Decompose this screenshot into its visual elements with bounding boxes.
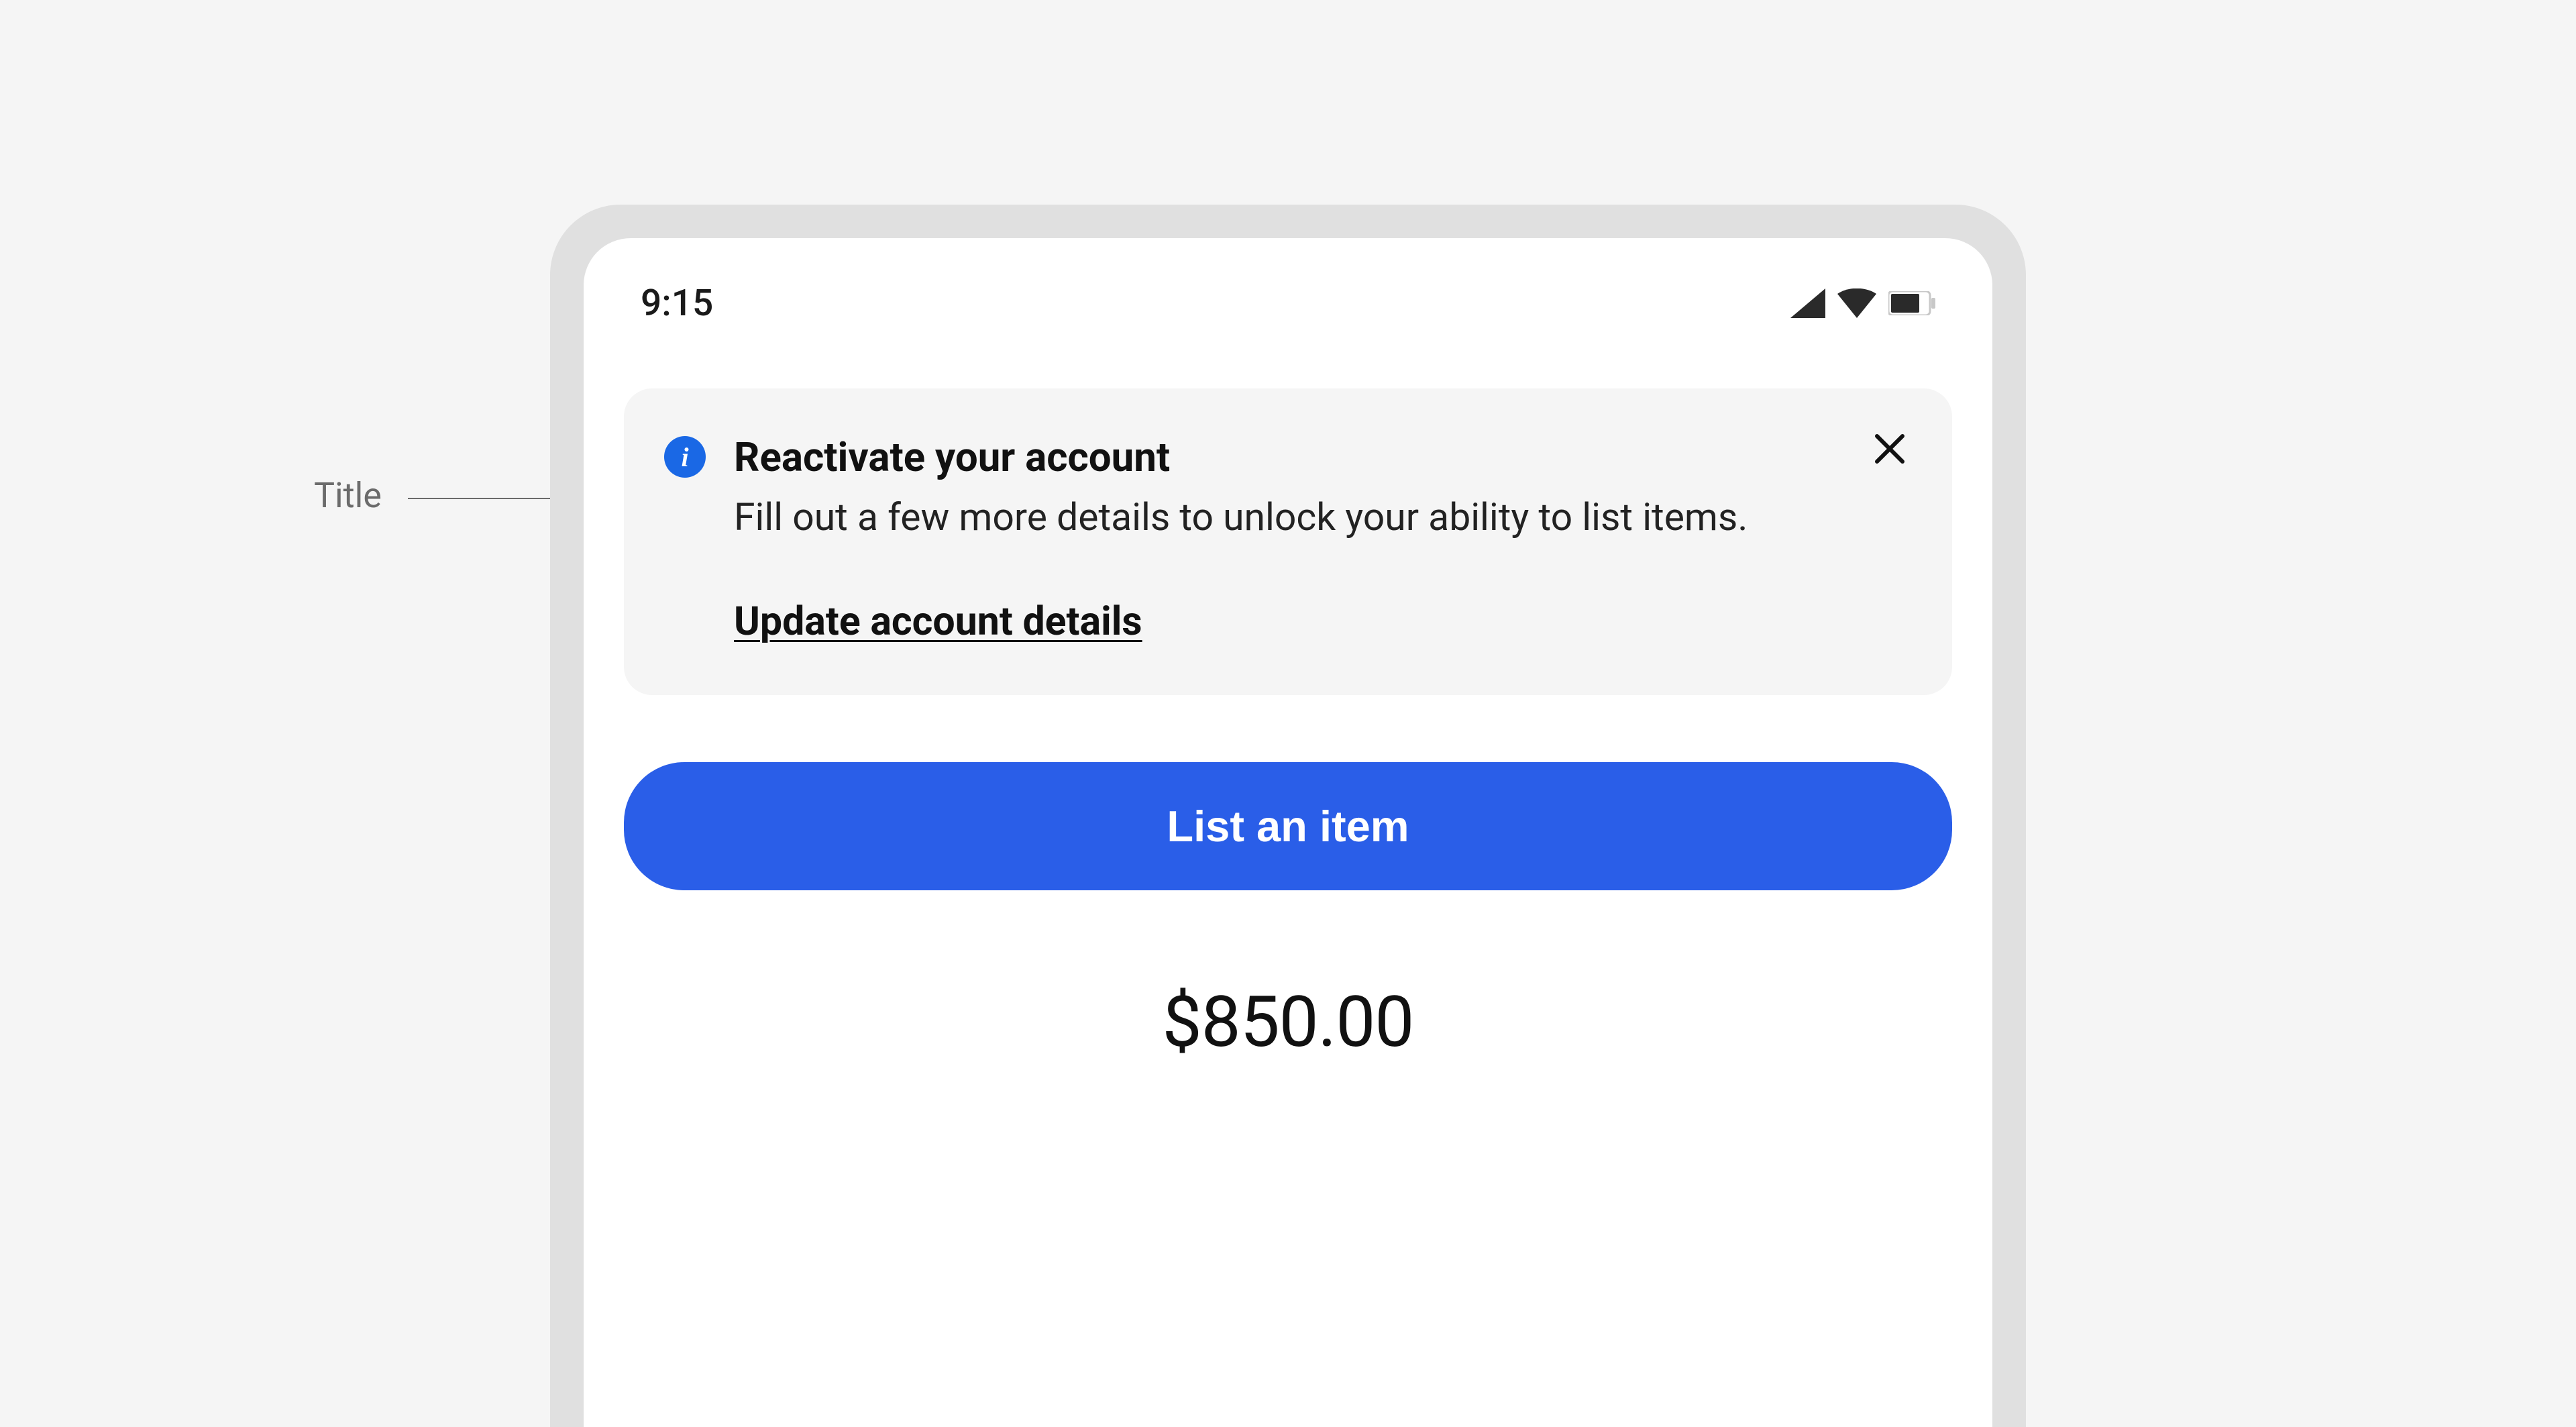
list-item-button[interactable]: List an item xyxy=(624,762,1952,890)
cellular-signal-icon xyxy=(1790,288,1825,318)
alert-title: Reactivate your account xyxy=(734,432,1845,482)
annotation-title-label: Title xyxy=(314,475,382,516)
update-account-link[interactable]: Update account details xyxy=(734,598,1142,645)
alert-content: Reactivate your account Fill out a few m… xyxy=(734,432,1912,645)
wifi-icon xyxy=(1837,288,1876,318)
close-button[interactable] xyxy=(1866,425,1913,472)
device-frame: 9:15 i xyxy=(550,205,2026,1427)
battery-icon xyxy=(1888,291,1935,315)
amount-value: $850.00 xyxy=(584,981,1992,1063)
device-screen: 9:15 i xyxy=(584,238,1992,1427)
status-icons-group xyxy=(1790,288,1935,318)
info-icon-glyph: i xyxy=(681,441,688,473)
alert-card: i Reactivate your account Fill out a few… xyxy=(624,388,1952,695)
info-icon: i xyxy=(664,436,706,478)
close-icon xyxy=(1873,432,1907,466)
status-time: 9:15 xyxy=(641,282,713,325)
status-bar: 9:15 xyxy=(584,238,1992,348)
alert-body: Fill out a few more details to unlock yo… xyxy=(734,490,1845,545)
